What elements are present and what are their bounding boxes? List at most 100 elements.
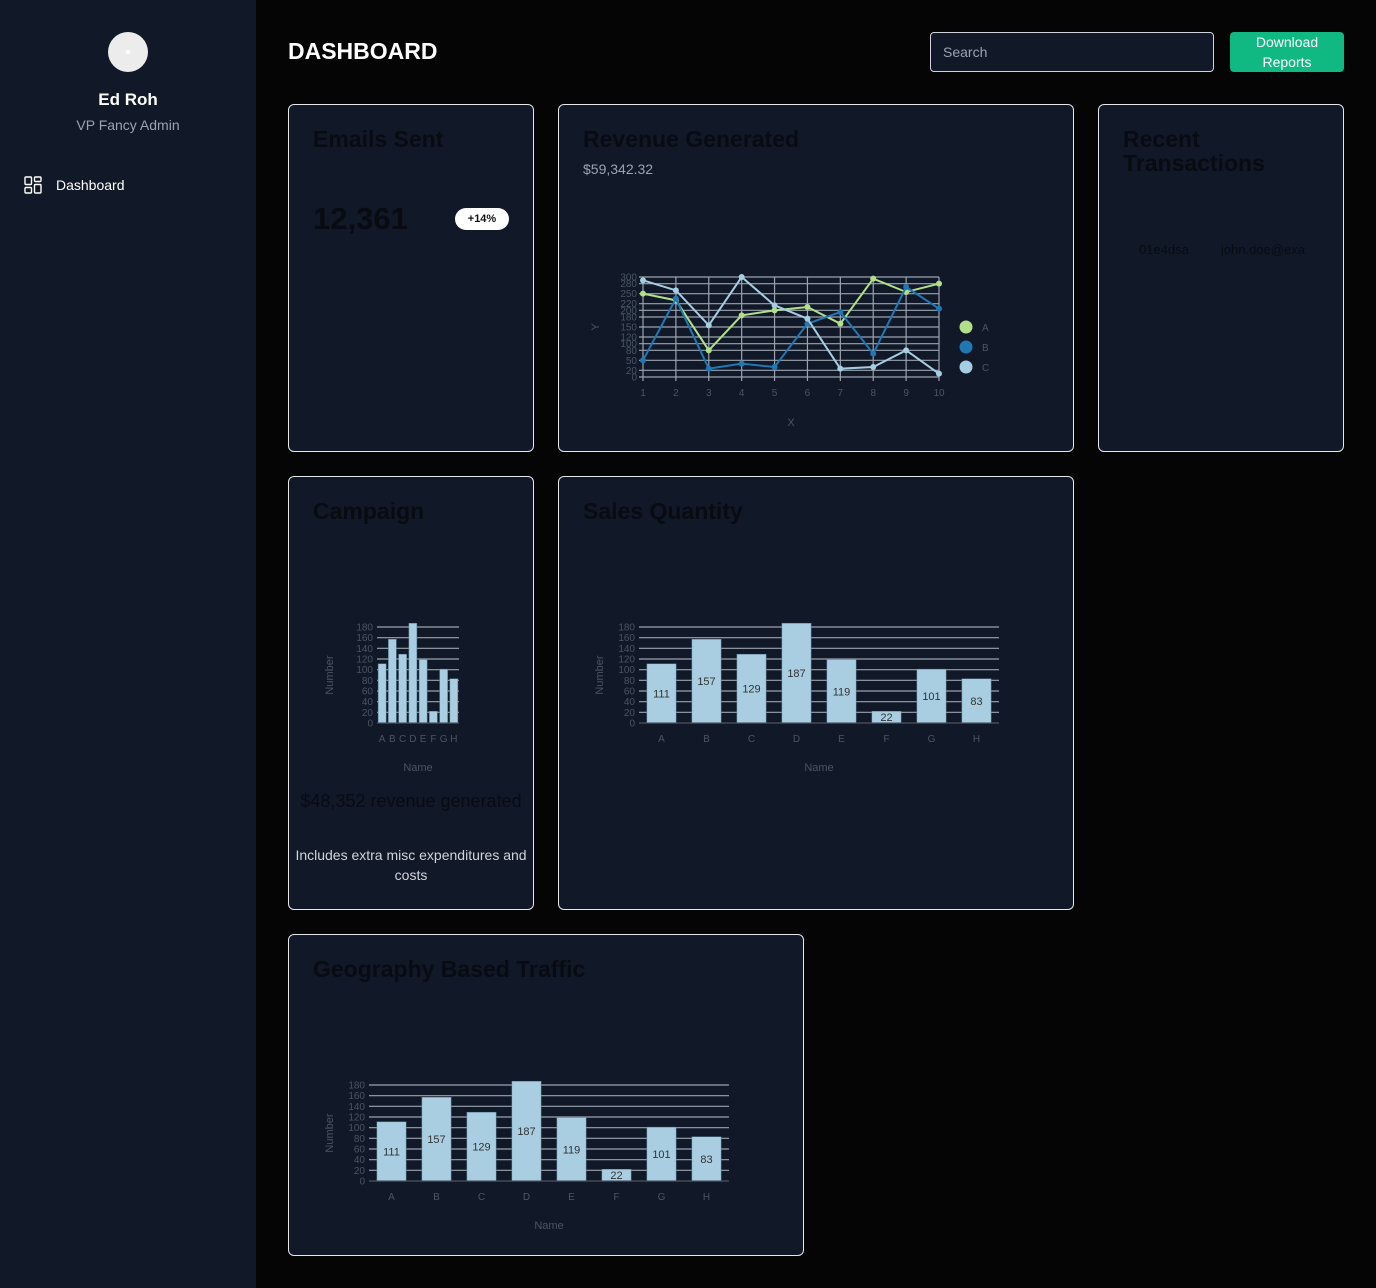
user-role: VP Fancy Admin [76, 117, 180, 133]
y-tick-label: 20 [362, 708, 374, 719]
data-point [705, 347, 712, 354]
data-point [837, 365, 844, 372]
download-reports-button[interactable]: Download Reports [1230, 32, 1344, 72]
x-axis-label: X [787, 417, 795, 429]
legend-marker [959, 360, 973, 374]
data-label: 22 [610, 1170, 622, 1182]
y-tick-label: 250 [620, 289, 637, 300]
x-tick-label: B [389, 734, 396, 745]
bar [418, 659, 428, 724]
campaign-card: Campaign 0 20 40 60 80 100 120 140 160 180 A B C D E F G… [288, 476, 534, 910]
revenue-card: Revenue Generated $59,342.32 0 20 50 80 100 1… [558, 104, 1074, 452]
y-tick-label: 100 [618, 665, 635, 676]
transaction-user: john.doe@exa [1220, 242, 1305, 257]
data-point [936, 305, 942, 312]
legend-label: B [982, 343, 989, 354]
sidebar-item-label: Dashboard [56, 177, 125, 193]
y-axis-label: Number [324, 1113, 336, 1152]
x-tick-label: 8 [870, 388, 876, 399]
x-tick-label: E [838, 734, 845, 745]
campaign-note: Includes extra misc expenditures and cos… [295, 847, 527, 883]
x-tick-label: 9 [903, 388, 909, 399]
data-point [640, 357, 646, 364]
y-tick-label: 160 [356, 633, 373, 644]
x-tick-label: 1 [640, 388, 646, 399]
y-axis-label: Y [590, 323, 602, 331]
x-tick-label: 4 [739, 388, 745, 399]
avatar[interactable] [108, 32, 148, 72]
dashboard-grid-icon [24, 176, 42, 194]
bar [429, 711, 438, 724]
x-tick-label: D [793, 734, 800, 745]
bar [408, 623, 418, 724]
data-label: 129 [472, 1142, 490, 1154]
y-tick-label: 60 [624, 687, 636, 698]
data-point [837, 309, 844, 315]
bar [439, 668, 448, 724]
sales-bar-chart: 020406080100120140160180 A 111 B 157 C 129 D 187… [594, 623, 999, 774]
card-title: Recent Transactions [1123, 126, 1265, 176]
data-label: 119 [833, 686, 851, 698]
y-tick-label: 50 [626, 356, 638, 367]
x-tick-label: F [883, 734, 889, 745]
legend-label: C [982, 363, 989, 374]
x-tick-label: 2 [673, 388, 679, 399]
data-point [738, 360, 745, 367]
data-label: 83 [700, 1154, 712, 1166]
x-tick-label: F [613, 1192, 619, 1203]
data-point [804, 315, 811, 322]
sidebar: Ed Roh VP Fancy Admin Dashboard [0, 0, 256, 1288]
x-tick-label: F [430, 734, 436, 745]
avatar-dot [126, 50, 130, 54]
y-tick-label: 300 [620, 273, 637, 284]
y-tick-label: 140 [356, 644, 373, 655]
user-name: Ed Roh [98, 90, 158, 109]
legend-label: A [982, 323, 989, 334]
data-label: 187 [787, 668, 805, 680]
data-label: 101 [922, 691, 940, 703]
legend-marker [959, 320, 973, 334]
y-tick-label: 0 [629, 719, 635, 730]
y-tick-label: 20 [354, 1166, 366, 1177]
sidebar-item-dashboard[interactable]: Dashboard [24, 176, 125, 194]
y-tick-label: 120 [348, 1113, 365, 1124]
card-title: Emails Sent [313, 126, 444, 152]
x-axis-label: Name [403, 762, 432, 774]
data-label: 157 [427, 1134, 445, 1146]
data-point [672, 287, 679, 294]
y-tick-label: 80 [354, 1134, 366, 1145]
bar [388, 639, 397, 724]
y-tick-label: 180 [356, 623, 373, 634]
y-axis-label: Number [324, 655, 336, 694]
x-tick-label: G [928, 734, 936, 745]
geography-traffic-card: Geography Based Traffic 0 20 40 60 80 100 120 1… [288, 934, 804, 1256]
y-tick-label: 20 [624, 708, 636, 719]
data-point [771, 364, 778, 370]
bar [449, 678, 459, 724]
y-axis-label: Number [594, 655, 606, 694]
y-tick-label: 0 [367, 719, 373, 730]
x-tick-label: D [409, 734, 416, 745]
y-tick-label: 120 [618, 655, 635, 666]
data-label: 83 [970, 696, 982, 708]
data-point [672, 295, 679, 302]
data-point [804, 304, 811, 310]
x-tick-label: E [568, 1192, 575, 1203]
search-input[interactable] [930, 32, 1214, 72]
data-label: 129 [742, 684, 760, 696]
data-point [738, 312, 745, 319]
data-label: 22 [880, 712, 892, 724]
data-label: 119 [563, 1144, 581, 1156]
y-tick-label: 40 [624, 697, 636, 708]
x-tick-label: A [658, 734, 665, 745]
y-tick-label: 180 [348, 1081, 365, 1092]
y-tick-label: 220 [620, 299, 637, 310]
y-tick-label: 120 [620, 333, 637, 344]
y-tick-label: 100 [356, 665, 373, 676]
transaction-id: 01e4dsa [1139, 242, 1189, 257]
transaction-row[interactable]: 01e4dsa john.doe@exa [1139, 242, 1313, 257]
y-tick-label: 100 [348, 1123, 365, 1134]
x-tick-label: 7 [838, 388, 844, 399]
x-axis-label: Name [534, 1220, 563, 1232]
x-tick-label: C [399, 734, 406, 745]
